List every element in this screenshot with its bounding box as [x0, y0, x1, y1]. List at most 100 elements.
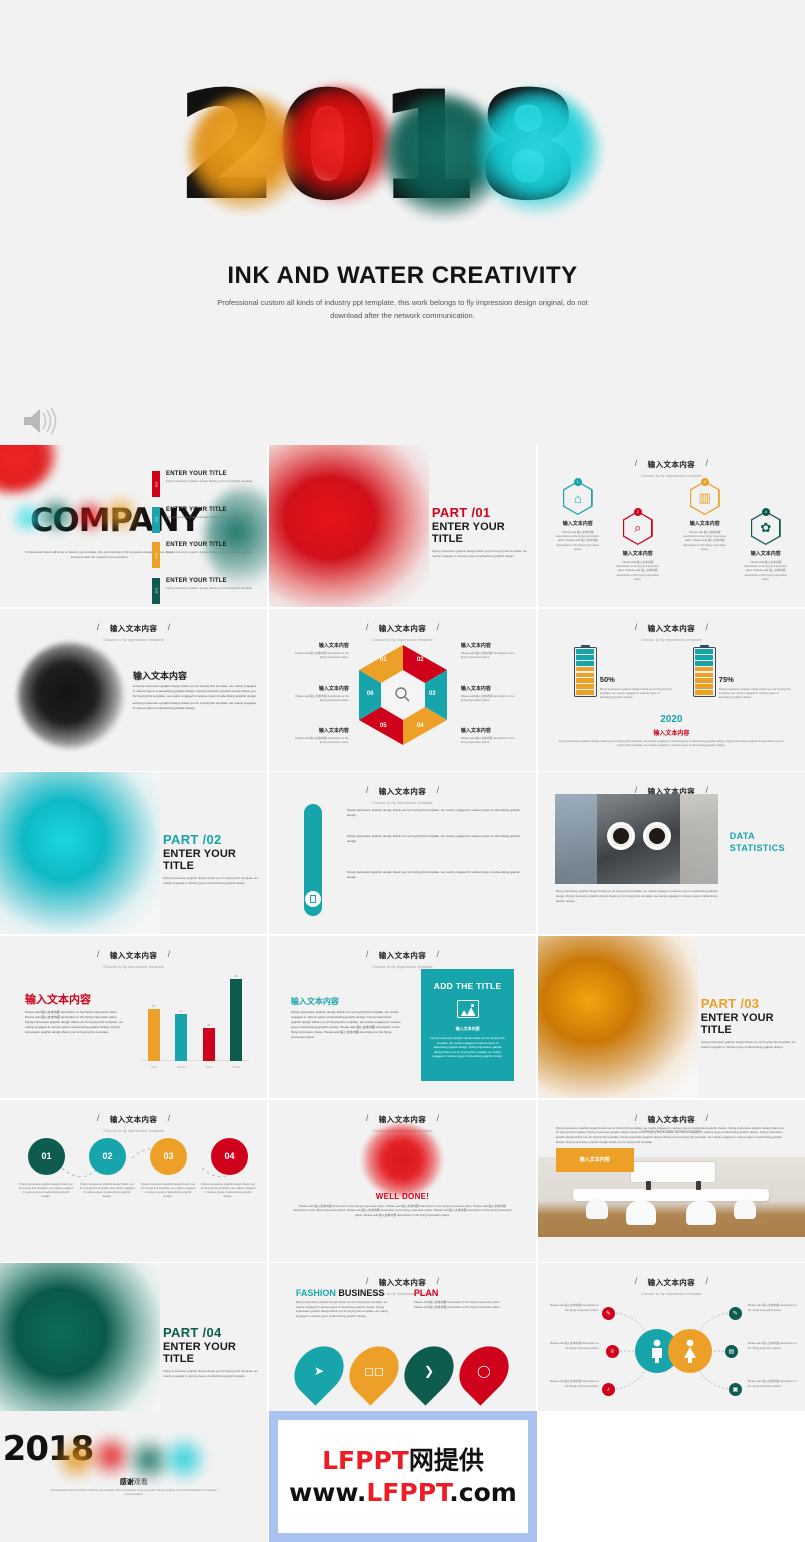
slide-battery-stats[interactable]: / 输入文本内容 / Choose to fly impression temp… — [537, 608, 805, 771]
hex-title: 输入文本内容 — [750, 551, 781, 557]
battery-left-percent: 50% — [599, 674, 615, 684]
add-title-card[interactable]: ADD THE TITLE 输入文本内容 Flying impression g… — [421, 969, 515, 1082]
slide-hexagon-icons[interactable]: / 输入文本内容 / Choose to fly impression temp… — [537, 445, 805, 607]
list-item[interactable]: 2019 ENTER YOUR TITLE Flying impression … — [152, 577, 262, 604]
part-title: ENTER YOUR TITLE — [163, 848, 236, 873]
fashion-heading-a: FASHION — [295, 1288, 336, 1299]
mindmap-left-text-2: Please add 输入文本内容 description to the fly… — [549, 1341, 599, 1350]
slide-thank-you[interactable]: 2018 感谢观看 Professional custom all kinds … — [0, 1411, 268, 1542]
meeting-room-tag[interactable]: 输入文本内容 — [555, 1147, 634, 1172]
slash-left: / — [365, 1112, 369, 1123]
black-ink-bullets: ▸ Flying impression graphic design thank… — [133, 684, 258, 711]
slide-part-02[interactable]: PART /02 ENTER YOUR TITLE Flying impress… — [0, 772, 268, 935]
slide-timeline-circles[interactable]: / 输入文本内容 / Choose to fly impression temp… — [0, 1099, 268, 1262]
smoke-brand-orange — [100, 495, 140, 533]
bar-chart-icon: ▥ — [698, 490, 711, 505]
slash-right: / — [167, 1112, 171, 1123]
battery-left — [573, 644, 597, 697]
slide-subtitle: Choose to fly impression template — [641, 637, 702, 642]
slash-left: / — [634, 458, 638, 468]
hex-item-1[interactable]: ⌂ 1 输入文本内容 Please add 输入文本内容 description… — [556, 478, 600, 551]
list-item[interactable]: 2018 ENTER YOUR TITLE Flying impression … — [152, 542, 262, 568]
slash-right: / — [436, 949, 440, 960]
thanks-bold: 感谢 — [119, 1478, 134, 1486]
bar-category: Third — [205, 1066, 212, 1070]
timeline-desc-1: Flying impression graphic design thank y… — [18, 1181, 74, 1199]
slash-left: / — [365, 1276, 369, 1287]
cover-title: INK AND WATER CREATIVITY — [227, 262, 578, 289]
slide-fashion-business[interactable]: / 输入文本内容 / Choose to fly impression temp… — [268, 1263, 537, 1429]
slide-header: / 输入文本内容 / Choose to fly impression temp… — [0, 618, 267, 642]
slide-hexagon-cycle[interactable]: / 输入文本内容 / Choose to fly impression temp… — [268, 608, 537, 771]
slide-part-04[interactable]: PART /04 ENTER YOUR TITLE Flying impress… — [0, 1263, 268, 1429]
segment-label-03: 03 — [428, 690, 436, 697]
timeline-desc-2: Flying impression graphic design thank y… — [79, 1181, 135, 1199]
hex-item-2[interactable]: ⌕ 2 输入文本内容 Please add 输入文本内容 description… — [616, 508, 660, 581]
timeline-circle-3[interactable]: 03 — [150, 1137, 187, 1175]
part-desc: Flying impression graphic design thank y… — [431, 549, 527, 558]
smoke-cyan — [160, 1435, 208, 1483]
fashion-body: Flying impression graphic design thank y… — [295, 1300, 388, 1318]
pill-body-2: Flying impression graphic design thank y… — [346, 834, 521, 844]
bullet-item: ▸ Flying impression graphic design thank… — [133, 683, 257, 698]
list-item-desc: Flying impression graphic design thank y… — [166, 479, 253, 483]
slide-teal-pill-text[interactable]: / 输入文本内容 / Choose to fly impression temp… — [268, 772, 537, 935]
slide-thumbnail-grid: COMPANY Professional custom all kinds of… — [0, 445, 805, 1430]
timeline-desc-3: Flying impression graphic design thank y… — [140, 1181, 196, 1199]
part-number: PART /04 — [163, 1325, 222, 1341]
slide-well-done[interactable]: / 输入文本内容 / Choose to fly impression temp… — [268, 1099, 537, 1262]
speaker-icon[interactable] — [20, 405, 60, 437]
leaf-3[interactable]: ❯ — [394, 1336, 464, 1407]
list-item-tab-label: 2016 — [154, 481, 158, 487]
slide-meeting-room[interactable]: / 输入文本内容 / Choose to fly impression temp… — [537, 1099, 805, 1262]
slash-right: / — [436, 621, 440, 632]
slide-black-ink[interactable]: / 输入文本内容 / Choose to fly impression temp… — [0, 608, 268, 771]
thank-you-desc: Professional custom all kinds of industr… — [50, 1489, 217, 1497]
chart-slide-body: Please add 输入文本内容 description to the fly… — [25, 1010, 123, 1035]
timeline-circle-4[interactable]: 04 — [211, 1137, 248, 1175]
lightbulb-icon: ◯ — [477, 1364, 491, 1379]
hex-item-3[interactable]: ▥ 3 输入文本内容 Please add 输入文本内容 description… — [683, 478, 727, 551]
bar-rect — [147, 1009, 160, 1062]
hex-item-4[interactable]: ✿ 4 输入文本内容 Please add 输入文本内容 description… — [744, 508, 788, 581]
fashion-heading-b: BUSINESS — [335, 1288, 385, 1299]
female-icon[interactable] — [667, 1329, 712, 1374]
slash-right: / — [705, 458, 709, 468]
hex-badge: 3 — [700, 478, 709, 486]
cycle-label-6: 输入文本内容 Please add 输入文本内容 description to … — [461, 727, 519, 744]
segment-label-02: 02 — [416, 656, 424, 663]
red-ink-blob — [360, 1123, 443, 1196]
slide-add-the-title[interactable]: / 输入文本内容 / Choose to fly impression temp… — [268, 936, 537, 1099]
leaf-2[interactable]: ◻◻ — [339, 1336, 409, 1407]
list-item[interactable]: 2016 ENTER YOUR TITLE Flying impression … — [152, 471, 262, 497]
slide-part-03[interactable]: PART /03 ENTER YOUR TITLE Flying impress… — [537, 936, 805, 1099]
cover-subtitle: Professional custom all kinds of industr… — [217, 298, 588, 320]
slide-subtitle: Choose to fly impression template — [103, 965, 164, 970]
well-done-title: WELL DONE! — [375, 1191, 430, 1201]
leaf-1[interactable]: ➤ — [284, 1336, 354, 1407]
cycle-label-desc: Please add 输入文本内容 description to the fly… — [460, 650, 515, 659]
slide-part-01[interactable]: PART /01 ENTER YOUR TITLE Flying impress… — [268, 445, 537, 607]
slide-title: 输入文本内容 — [109, 623, 158, 633]
add-title-card-sub: 输入文本内容 — [455, 1026, 480, 1032]
timeline-circle-1[interactable]: 01 — [28, 1137, 65, 1175]
slide-title: 输入文本内容 — [647, 623, 696, 633]
part-title: ENTER YOUR TITLE — [700, 1012, 774, 1037]
timeline-circle-2[interactable]: 02 — [89, 1137, 126, 1175]
battery-right-percent: 75% — [718, 674, 734, 684]
leaf-4[interactable]: ◯ — [449, 1336, 519, 1407]
slide-company-overview[interactable]: COMPANY Professional custom all kinds of… — [0, 445, 268, 607]
thanks-rest: 观看 — [133, 1478, 148, 1486]
slash-right: / — [167, 949, 171, 960]
part-desc: Flying impression graphic design thank y… — [163, 1369, 258, 1379]
slide-title: 输入文本内容 — [378, 951, 427, 961]
cycle-label-title: 输入文本内容 — [460, 685, 491, 692]
list-item[interactable]: 2017 ENTER YOUR TITLE Flying impression … — [152, 506, 262, 533]
slash-left: / — [365, 949, 369, 960]
slide-gender-mindmap[interactable]: / 输入文本内容 / Choose to fly impression temp… — [537, 1263, 805, 1429]
slide-header: / 输入文本内容 / Choose to fly impression temp… — [269, 945, 536, 969]
slide-bar-chart[interactable]: / 输入文本内容 / Choose to fly impression temp… — [0, 936, 268, 1099]
cycle-label-desc: Please add 输入文本内容 description to the fly… — [295, 650, 349, 659]
cycle-label-3: 输入文本内容 Please add 输入文本内容 description to … — [291, 727, 349, 744]
slide-data-statistics[interactable]: / 输入文本内容 / Choose to fly impression temp… — [537, 772, 805, 935]
